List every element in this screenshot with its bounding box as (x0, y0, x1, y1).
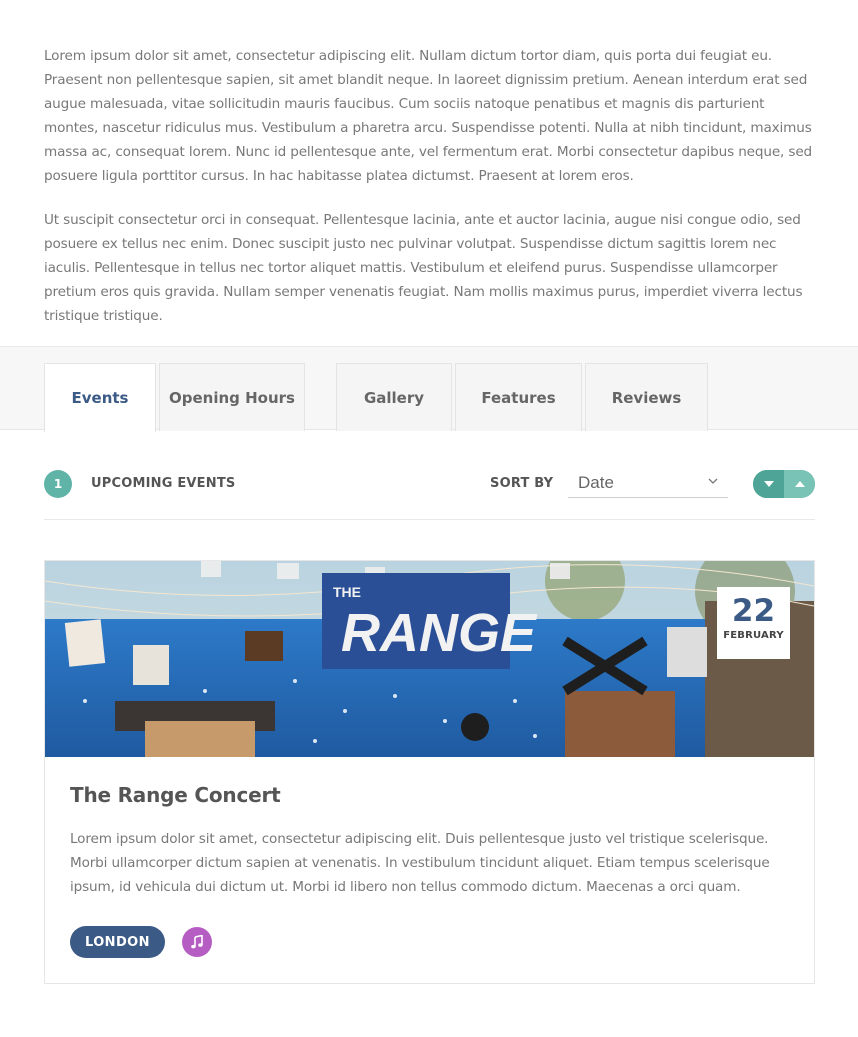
category-badge[interactable] (182, 927, 212, 957)
tab-reviews[interactable]: Reviews (585, 363, 708, 431)
intro-paragraph: Ut suscipit consectetur orci in consequa… (44, 212, 803, 324)
location-tag[interactable]: LONDON (70, 926, 165, 958)
caret-up-icon (794, 481, 805, 487)
sort-select-value: Date (578, 473, 614, 492)
event-date-badge: 22 FEBRUARY (717, 587, 790, 659)
tab-label: Reviews (611, 388, 682, 407)
sort-descending-button[interactable] (753, 470, 784, 498)
event-date-day: 22 (731, 593, 776, 629)
sort-select[interactable]: Date (568, 470, 728, 498)
tab-label: Features (481, 388, 556, 407)
tab-features[interactable]: Features (455, 363, 582, 431)
tab-events[interactable]: Events (44, 363, 156, 432)
events-toolbar: 1 UPCOMING EVENTS SORT BY Date (44, 470, 815, 520)
listing-tabs: Events Opening Hours Gallery Features Re… (0, 346, 858, 432)
intro-paragraph: Lorem ipsum dolor sit amet, consectetur … (44, 48, 813, 184)
tab-opening-hours[interactable]: Opening Hours (159, 363, 305, 431)
tab-gallery[interactable]: Gallery (336, 363, 452, 431)
music-note-icon (191, 935, 203, 949)
event-photo: THE RANGE (45, 561, 814, 757)
sort-order-toggle (753, 470, 815, 498)
event-date-month: FEBRUARY (723, 630, 784, 641)
tab-label: Events (71, 389, 129, 407)
tab-label: Opening Hours (169, 388, 295, 407)
events-count-badge: 1 (44, 470, 72, 498)
event-card[interactable]: THE RANGE 22 FEBRUARY The Range Concert … (44, 560, 815, 984)
event-description: Lorem ipsum dolor sit amet, consectetur … (70, 831, 770, 895)
upcoming-events-heading: UPCOMING EVENTS (91, 476, 236, 491)
intro-text: Lorem ipsum dolor sit amet, consectetur … (44, 44, 818, 328)
caret-down-icon (763, 481, 774, 487)
sort-ascending-button[interactable] (784, 470, 815, 498)
event-title[interactable]: The Range Concert (70, 783, 281, 807)
sort-by-label: SORT BY (490, 476, 554, 491)
tab-label: Gallery (363, 388, 425, 407)
svg-text:RANGE: RANGE (341, 603, 538, 663)
event-image[interactable]: THE RANGE 22 FEBRUARY (45, 561, 814, 757)
chevron-down-icon (708, 478, 718, 484)
svg-text:THE: THE (333, 584, 361, 600)
